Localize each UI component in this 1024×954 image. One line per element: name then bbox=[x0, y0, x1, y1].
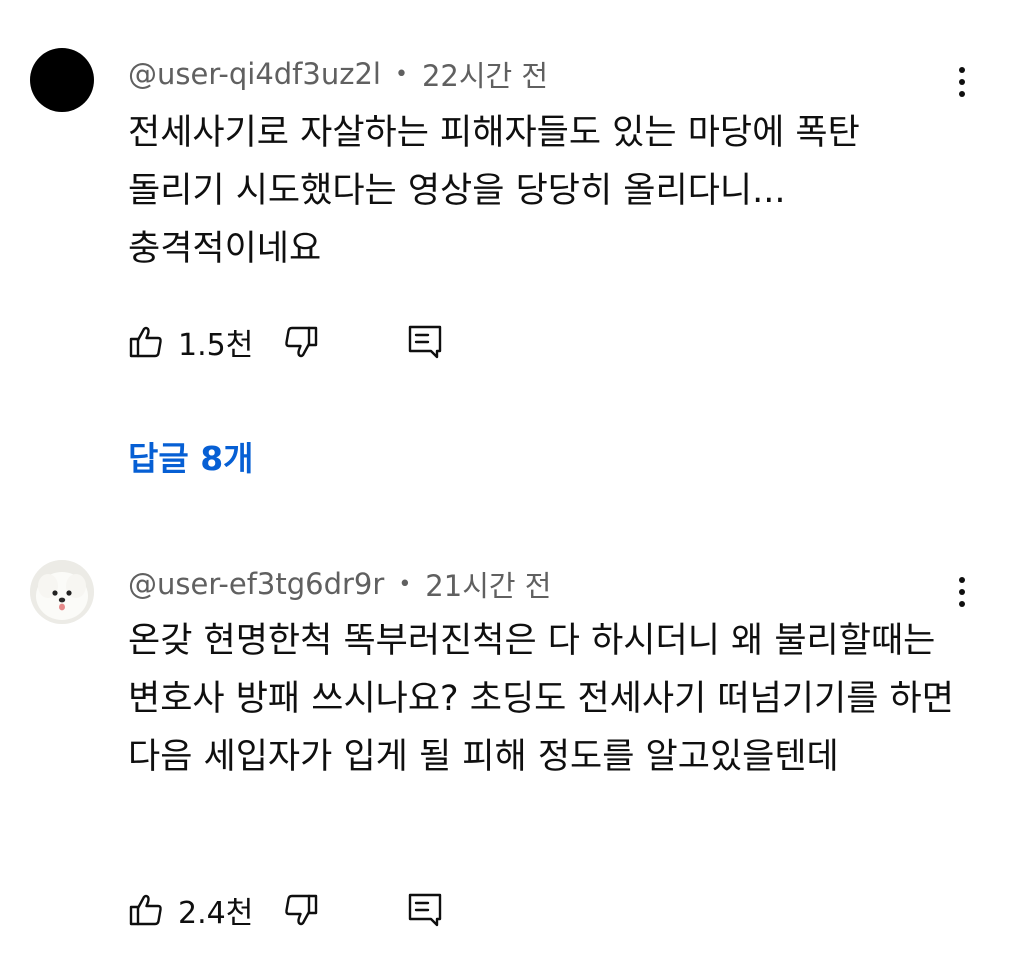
avatar[interactable] bbox=[30, 48, 94, 112]
like-count: 1.5천 bbox=[178, 328, 254, 363]
comment-item: @user-ef3tg6dr9r • 21시간 전 온갖 현명한척 똑부러진척은… bbox=[0, 500, 1024, 954]
reply-comment-icon[interactable] bbox=[407, 892, 443, 928]
thumbs-up-icon[interactable] bbox=[128, 892, 164, 928]
comment-meta: @user-ef3tg6dr9r • 21시간 전 bbox=[128, 564, 551, 604]
reply-comment-icon[interactable] bbox=[407, 324, 443, 360]
meta-separator: • bbox=[398, 571, 412, 597]
thumbs-down-icon[interactable] bbox=[283, 892, 319, 928]
like-count: 2.4천 bbox=[178, 896, 254, 931]
comment-actions: 1.5천 bbox=[128, 322, 443, 363]
comments-page: @user-qi4df3uz2l • 22시간 전 전세사기로 자살하는 피해자… bbox=[0, 0, 1024, 954]
thumbs-down-icon[interactable] bbox=[283, 324, 319, 360]
thumbs-up-icon[interactable] bbox=[128, 324, 164, 360]
more-vertical-icon[interactable] bbox=[948, 62, 976, 102]
comment-time: 22시간 전 bbox=[421, 59, 549, 93]
comment-text: 온갖 현명한척 똑부러진척은 다 하시더니 왜 불리할때는 변호사 방패 쓰시나… bbox=[128, 621, 954, 777]
more-vertical-icon[interactable] bbox=[948, 572, 976, 612]
avatar[interactable] bbox=[30, 560, 94, 624]
comment-item: @user-qi4df3uz2l • 22시간 전 전세사기로 자살하는 피해자… bbox=[0, 0, 1024, 500]
view-replies-link[interactable]: 답글 8개 bbox=[128, 432, 254, 480]
comment-author[interactable]: @user-ef3tg6dr9r bbox=[128, 567, 384, 601]
comment-text: 전세사기로 자살하는 피해자들도 있는 마당에 폭탄 돌리기 시도했다는 영상을… bbox=[128, 113, 860, 269]
comment-author[interactable]: @user-qi4df3uz2l bbox=[128, 57, 381, 91]
meta-separator: • bbox=[394, 61, 408, 87]
comment-actions: 2.4천 bbox=[128, 890, 443, 931]
white-dog-avatar bbox=[30, 560, 94, 624]
comment-time: 21시간 전 bbox=[425, 569, 552, 603]
comment-meta: @user-qi4df3uz2l • 22시간 전 bbox=[128, 54, 548, 94]
